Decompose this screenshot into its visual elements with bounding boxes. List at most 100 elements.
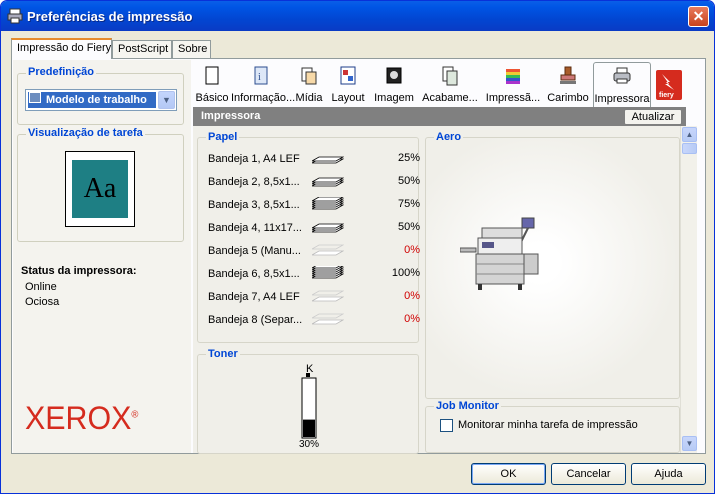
- paper-stack-icon: [312, 223, 344, 233]
- toolbar-image[interactable]: Imagem: [373, 64, 415, 106]
- printer-status-title: Status da impressora:: [21, 265, 137, 277]
- toolbar-media[interactable]: Mídia: [292, 64, 326, 106]
- image-icon: [386, 67, 402, 84]
- tray-name: Bandeja 2, 8,5x1...: [208, 176, 300, 188]
- tray-name: Bandeja 6, 8,5x1...: [208, 268, 300, 280]
- paper-stack-icon: [312, 156, 344, 164]
- tray-percent: 50%: [397, 221, 420, 233]
- preview-sample: Aa: [72, 160, 128, 218]
- printer-app-icon: [7, 8, 23, 24]
- tray-percent: 0%: [404, 244, 420, 256]
- tray-name: Bandeja 4, 11x17...: [208, 222, 302, 234]
- paper-stack-icon: [312, 177, 344, 187]
- layout-icon: [340, 66, 356, 85]
- toolbar-stamp[interactable]: Carimbo: [545, 64, 591, 106]
- tray-row: Bandeja 7, A4 LEF 0%: [208, 287, 420, 307]
- panel-header: Impressora Atualizar: [193, 107, 686, 126]
- job-monitor-group: Job Monitor Monitorar minha tarefa de im…: [425, 400, 680, 453]
- paper-stack-icon: [312, 313, 344, 325]
- svg-text:fiery: fiery: [659, 92, 674, 99]
- cancel-button[interactable]: Cancelar: [551, 463, 626, 485]
- printer-icon: [613, 67, 631, 84]
- tray-row: Bandeja 2, 8,5x1... 50%: [208, 172, 420, 192]
- panel-header-title: Impressora: [201, 110, 261, 122]
- paper-stack-icon: [312, 266, 344, 279]
- tray-percent: 0%: [404, 290, 420, 302]
- toner-percent: 30%: [299, 439, 320, 450]
- job-preview-label: Visualização de tarefa: [26, 127, 145, 139]
- tray-name: Bandeja 3, 8,5x1...: [208, 199, 300, 211]
- toolbar-color-printing[interactable]: Impressã...: [484, 64, 542, 106]
- tray-name: Bandeja 7, A4 LEF: [208, 291, 300, 303]
- xerox-logo: XEROX®: [25, 400, 139, 436]
- job-monitor-label: Job Monitor: [434, 400, 501, 412]
- category-toolbar: Básico i Informação... Mídia Layout Imag…: [193, 60, 705, 108]
- tray-percent: 100%: [391, 267, 420, 279]
- paper-group: Papel Bandeja 1, A4 LEF 25% Bandeja 2, 8,5…: [197, 131, 420, 343]
- device-view: Aero: [425, 131, 680, 399]
- paper-stack-icon: [312, 244, 344, 256]
- tray-name: Bandeja 8 (Separ...: [208, 314, 303, 326]
- page-icon: [205, 66, 219, 85]
- tray-percent: 50%: [397, 175, 420, 187]
- tab-about[interactable]: Sobre: [172, 40, 211, 58]
- preset-label: Predefinição: [26, 66, 97, 78]
- help-button[interactable]: Ajuda: [631, 463, 706, 485]
- monitor-job-label[interactable]: Monitorar minha tarefa de impressão: [458, 419, 638, 431]
- tray-percent: 25%: [397, 152, 420, 164]
- toolbar-info[interactable]: i Informação...: [231, 64, 295, 106]
- device-name: Aero: [434, 131, 464, 143]
- chevron-down-icon[interactable]: ▼: [158, 91, 175, 109]
- svg-text:i: i: [258, 72, 261, 83]
- toner-gauge: [301, 373, 317, 439]
- printer-status-online: Online: [25, 281, 57, 293]
- printer-status-idle: Ociosa: [25, 296, 60, 308]
- finishing-icon: [442, 66, 458, 86]
- tray-percent: 75%: [397, 198, 420, 210]
- color-icon: [506, 69, 520, 84]
- panel-scrollbar[interactable]: ▲ ▼: [680, 126, 697, 453]
- refresh-button[interactable]: Atualizar: [624, 109, 682, 125]
- tray-name: Bandeja 5 (Manu...: [208, 245, 301, 257]
- close-button[interactable]: ✕: [688, 6, 709, 27]
- toolbar-printer[interactable]: Impressora: [593, 62, 651, 108]
- title-bar[interactable]: Preferências de impressão ✕: [1, 1, 714, 31]
- tray-row: Bandeja 3, 8,5x1... 75%: [208, 195, 420, 215]
- paper-label: Papel: [206, 131, 240, 143]
- window-title: Preferências de impressão: [27, 9, 193, 24]
- tray-row: Bandeja 6, 8,5x1... 100%: [208, 264, 420, 284]
- preset-selected-value: Modelo de trabalho: [28, 92, 156, 108]
- left-pane: Predefinição Modelo de trabalho ▼ Visual…: [13, 60, 191, 453]
- print-preferences-window: Preferências de impressão ✕ Impressão do…: [0, 0, 715, 494]
- monitor-job-checkbox[interactable]: [440, 419, 453, 432]
- stamp-icon: [560, 66, 576, 84]
- printer-device-image: [460, 217, 539, 290]
- scroll-up-button[interactable]: ▲: [682, 127, 697, 142]
- tab-page: Predefinição Modelo de trabalho ▼ Visual…: [11, 58, 706, 454]
- tab-postscript[interactable]: PostScript: [112, 40, 172, 58]
- computer-icon: [29, 92, 41, 103]
- paper-stack-icon: [312, 290, 344, 302]
- toolbar-basic[interactable]: Básico: [195, 64, 229, 106]
- scroll-thumb[interactable]: [682, 143, 697, 154]
- toolbar-layout[interactable]: Layout: [329, 64, 367, 106]
- tray-row: Bandeja 4, 11x17... 50%: [208, 218, 420, 238]
- fiery-logo: fiery: [656, 70, 682, 100]
- tray-row: Bandeja 5 (Manu... 0%: [208, 241, 420, 261]
- tab-fiery-printing[interactable]: Impressão do Fiery: [11, 38, 112, 59]
- media-icon: [301, 67, 317, 85]
- ok-button[interactable]: OK: [471, 463, 546, 485]
- job-preview: Aa: [65, 151, 135, 227]
- tray-row: Bandeja 1, A4 LEF 25%: [208, 149, 420, 169]
- printer-panel: Papel Bandeja 1, A4 LEF 25% Bandeja 2, 8,5…: [193, 126, 680, 454]
- tray-name: Bandeja 1, A4 LEF: [208, 153, 300, 165]
- tray-percent: 0%: [404, 313, 420, 325]
- info-icon: i: [254, 66, 268, 85]
- scroll-down-button[interactable]: ▼: [682, 436, 697, 451]
- toner-group: Toner K 30%: [197, 348, 419, 454]
- preset-select[interactable]: Modelo de trabalho ▼: [25, 89, 177, 111]
- toner-label: Toner: [206, 348, 240, 360]
- paper-stack-icon: [312, 197, 344, 210]
- toolbar-finishing[interactable]: Acabame...: [420, 64, 480, 106]
- tray-row: Bandeja 8 (Separ... 0%: [208, 310, 420, 330]
